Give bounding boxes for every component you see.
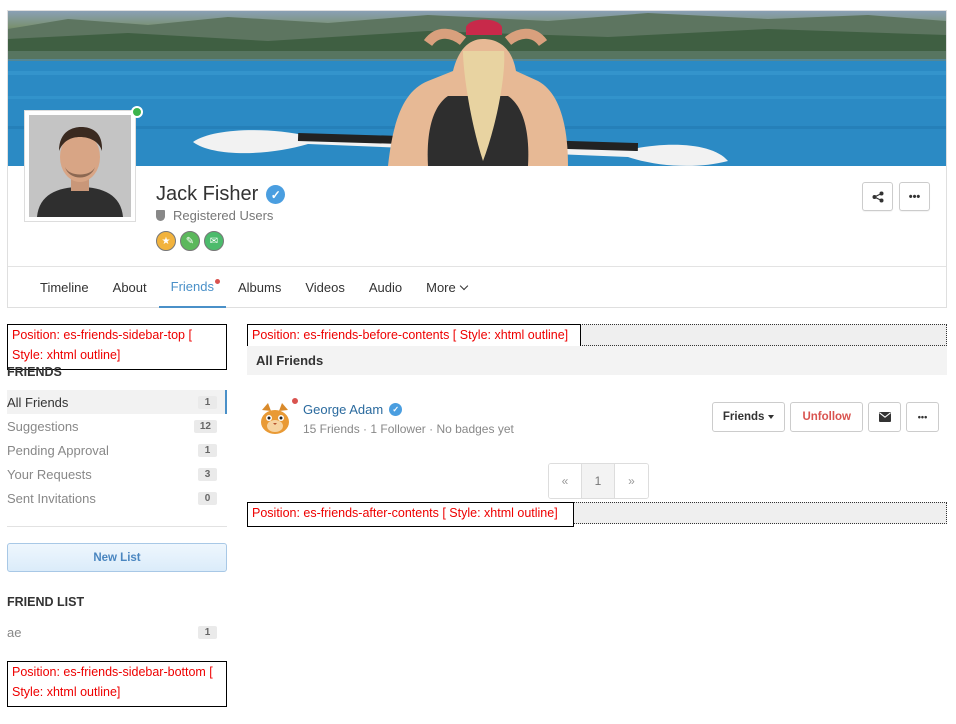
pagination: « 1 » bbox=[548, 463, 649, 499]
profile-header: Jack Fisher ✓ Registered Users ★ ✎ ✉ •••… bbox=[7, 10, 947, 308]
profile-user-group: Registered Users bbox=[156, 208, 273, 223]
count-badge: 0 bbox=[198, 491, 217, 505]
avatar-photo bbox=[29, 115, 131, 217]
sidebar-item-label: Pending Approval bbox=[7, 442, 109, 458]
tab-about-label: About bbox=[112, 280, 147, 295]
tab-videos-label: Videos bbox=[305, 280, 345, 295]
tab-timeline[interactable]: Timeline bbox=[28, 267, 101, 308]
pagination-prev-button[interactable]: « bbox=[549, 464, 582, 498]
trophy-badge-icon[interactable]: ★ bbox=[156, 231, 176, 251]
new-list-button[interactable]: New List bbox=[7, 543, 227, 572]
module-position-sidebar-bottom-text: Position: es-friends-sidebar-bottom [ St… bbox=[12, 665, 213, 699]
online-status-indicator bbox=[131, 106, 143, 118]
follower-count[interactable]: 1 Follower bbox=[370, 422, 425, 436]
cat-avatar-icon bbox=[261, 403, 289, 434]
sidebar-item-pending-approval[interactable]: Pending Approval 1 bbox=[7, 438, 227, 462]
module-position-before-contents-text: Position: es-friends-before-contents [ S… bbox=[252, 328, 569, 342]
module-position-sidebar-top-text: Position: es-friends-sidebar-top [ Style… bbox=[12, 328, 192, 362]
tab-more-label: More bbox=[426, 280, 456, 295]
sidebar-item-suggestions[interactable]: Suggestions 12 bbox=[7, 414, 227, 438]
tab-audio[interactable]: Audio bbox=[357, 267, 414, 308]
profile-name: Jack Fisher ✓ bbox=[156, 183, 286, 206]
cover-photo[interactable] bbox=[8, 11, 946, 166]
tab-albums[interactable]: Albums bbox=[226, 267, 293, 308]
ellipsis-icon: ••• bbox=[917, 412, 928, 422]
chevron-down-icon bbox=[459, 281, 468, 290]
message-button[interactable] bbox=[868, 402, 901, 432]
sidebar-item-label: Suggestions bbox=[7, 418, 79, 434]
sidebar-item-your-requests[interactable]: Your Requests 3 bbox=[7, 462, 227, 486]
friend-more-button[interactable]: ••• bbox=[906, 402, 939, 432]
more-options-button[interactable]: ••• bbox=[899, 182, 930, 211]
friend-avatar[interactable] bbox=[257, 400, 293, 436]
friend-online-indicator bbox=[291, 397, 299, 405]
verified-icon: ✓ bbox=[389, 403, 403, 416]
sidebar-friends-filter-list: All Friends 1 Suggestions 12 Pending App… bbox=[7, 390, 227, 510]
count-badge: 12 bbox=[193, 419, 217, 433]
friend-name-link[interactable]: George Adam bbox=[303, 402, 383, 417]
friend-list-heading: FRIEND LIST bbox=[7, 595, 85, 609]
tab-timeline-label: Timeline bbox=[40, 280, 89, 295]
count-badge: 3 bbox=[198, 467, 217, 481]
profile-tabs: Timeline About Friends Albums Videos Aud… bbox=[8, 266, 946, 308]
badges-status: No badges yet bbox=[436, 422, 514, 436]
sidebar-item-all-friends[interactable]: All Friends 1 bbox=[7, 390, 227, 414]
sidebar-friend-lists: ae 1 bbox=[7, 620, 227, 644]
profile-name-text[interactable]: Jack Fisher bbox=[156, 183, 258, 206]
ellipsis-icon: ••• bbox=[908, 190, 921, 203]
sidebar-item-label: All Friends bbox=[7, 394, 69, 410]
sidebar-item-label: Your Requests bbox=[7, 466, 92, 482]
friend-list-item: George Adam ✓ 15 Friends · 1 Follower · … bbox=[247, 392, 947, 442]
friend-actions: Friends Unfollow ••• bbox=[711, 402, 939, 432]
friends-dropdown-button[interactable]: Friends bbox=[711, 402, 786, 432]
all-friends-section-title: All Friends bbox=[247, 346, 947, 375]
chat-badge-icon[interactable]: ✉ bbox=[204, 231, 224, 251]
module-position-before-contents: Position: es-friends-before-contents [ S… bbox=[247, 324, 581, 348]
tab-friends[interactable]: Friends bbox=[158, 267, 226, 308]
pencil-badge-icon[interactable]: ✎ bbox=[180, 231, 200, 251]
notification-dot bbox=[215, 279, 220, 284]
profile-badges: ★ ✎ ✉ bbox=[156, 231, 224, 251]
profile-group-label: Registered Users bbox=[173, 208, 274, 223]
module-position-sidebar-bottom: Position: es-friends-sidebar-bottom [ St… bbox=[7, 661, 227, 707]
sidebar-friends-heading: FRIENDS bbox=[7, 365, 62, 379]
module-position-sidebar-top: Position: es-friends-sidebar-top [ Style… bbox=[7, 324, 227, 370]
cover-image bbox=[8, 13, 946, 166]
friends-dropdown-label: Friends bbox=[722, 411, 765, 423]
sidebar-item-label: Sent Invitations bbox=[7, 490, 96, 506]
meta-separator: · bbox=[363, 422, 368, 436]
friend-meta: 15 Friends · 1 Follower · No badges yet bbox=[303, 422, 514, 436]
profile-avatar[interactable] bbox=[24, 110, 136, 222]
meta-separator: · bbox=[429, 422, 434, 436]
friend-name: George Adam ✓ bbox=[303, 402, 403, 417]
pagination-next-button[interactable]: » bbox=[615, 464, 648, 498]
count-badge: 1 bbox=[198, 443, 217, 457]
count-badge: 1 bbox=[198, 395, 217, 409]
shield-icon bbox=[156, 210, 165, 221]
module-position-after-contents: Position: es-friends-after-contents [ St… bbox=[247, 502, 574, 527]
sidebar-divider bbox=[7, 526, 227, 527]
sidebar-item-label: ae bbox=[7, 624, 22, 640]
tab-audio-label: Audio bbox=[368, 280, 403, 295]
caret-down-icon bbox=[768, 415, 775, 419]
profile-header-actions: ••• bbox=[862, 182, 930, 211]
count-badge: 1 bbox=[198, 625, 217, 639]
envelope-icon bbox=[878, 412, 891, 422]
sidebar-item-list-ae[interactable]: ae 1 bbox=[7, 620, 227, 644]
share-button[interactable] bbox=[862, 182, 893, 211]
tab-videos[interactable]: Videos bbox=[293, 267, 357, 308]
verified-icon: ✓ bbox=[266, 185, 286, 204]
tab-about[interactable]: About bbox=[101, 267, 159, 308]
tab-more[interactable]: More bbox=[414, 267, 479, 308]
module-position-after-contents-text: Position: es-friends-after-contents [ St… bbox=[252, 506, 558, 520]
tab-friends-label: Friends bbox=[170, 279, 214, 294]
share-icon bbox=[872, 191, 883, 202]
sidebar-item-sent-invitations[interactable]: Sent Invitations 0 bbox=[7, 486, 227, 510]
pagination-page-1[interactable]: 1 bbox=[582, 464, 615, 498]
unfollow-button[interactable]: Unfollow bbox=[790, 402, 863, 432]
friend-count[interactable]: 15 Friends bbox=[303, 422, 360, 436]
tab-albums-label: Albums bbox=[238, 280, 282, 295]
